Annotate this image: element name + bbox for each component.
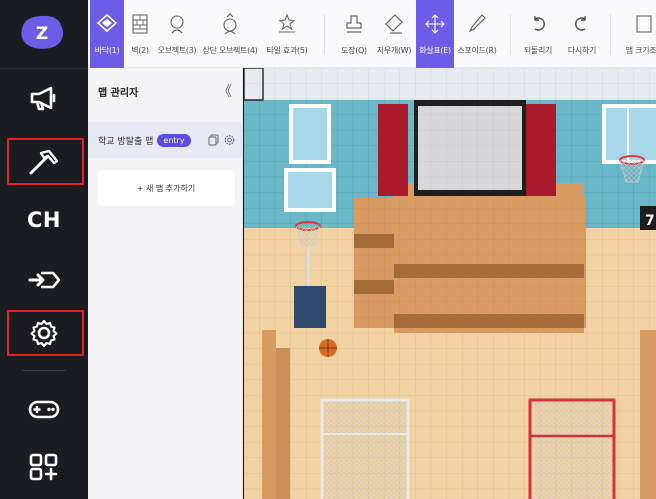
tool-label: 도장(Q) [341, 46, 367, 55]
stamp-icon [343, 12, 365, 36]
tool-object[interactable]: 오브젝트(3) [154, 0, 200, 68]
collapse-panel-icon[interactable]: 《 [218, 81, 232, 101]
rail-divider [0, 68, 88, 69]
soccer-goal-left [320, 398, 410, 499]
tool-label: 오브젝트(3) [157, 46, 197, 55]
window-right [602, 104, 656, 164]
toolbar-divider [324, 14, 325, 54]
eyedropper-icon [466, 12, 488, 36]
object-icon [166, 12, 188, 36]
tile-effect-icon [276, 12, 298, 36]
map-list-item[interactable]: 학교 방탈출 맵 entry [88, 122, 243, 158]
tool-eyedropper[interactable]: 스포이드(R) [456, 0, 498, 68]
tool-undo[interactable]: 되돌리기 [520, 0, 556, 68]
tool-label: 지우개(W) [376, 46, 412, 55]
curtain-left [378, 104, 408, 196]
move-icon [424, 12, 446, 36]
zep-logo-icon[interactable]: Z [20, 14, 64, 50]
tool-label: 다시하기 [567, 46, 597, 55]
top-object-icon [219, 12, 241, 36]
tool-label: 타일 효과(5) [266, 46, 308, 55]
toolbar-divider [610, 14, 611, 54]
toolbar-divider [510, 14, 511, 54]
scoreboard-digit: 7 [645, 213, 655, 229]
tool-floor[interactable]: 바닥(1) [90, 0, 124, 68]
tool-stamp[interactable]: 도장(Q) [334, 0, 374, 68]
tool-top-object[interactable]: 상단 오브젝트(4) [200, 0, 260, 68]
tool-label: 스포이드(R) [457, 46, 497, 55]
channel-label: CH [27, 208, 61, 232]
hammer-icon[interactable] [22, 144, 66, 180]
tool-wall[interactable]: 벽(2) [126, 0, 154, 68]
bleacher-left [262, 330, 276, 499]
undo-icon [527, 12, 549, 36]
svg-text:Z: Z [36, 24, 48, 44]
panel-title: 맵 관리자 [98, 87, 139, 99]
tool-label: 맵 크기조 [625, 46, 656, 55]
floor-icon [96, 12, 118, 36]
tool-label: 벽(2) [131, 46, 149, 55]
entry-badge: entry [157, 133, 191, 147]
add-map-button[interactable]: + 새 맵 추가하기 [97, 170, 235, 206]
window-left [284, 104, 336, 212]
bleacher-right [640, 330, 656, 499]
zep-map-editor: Z CH 바닥(1) 벽(2) 오브젝트(3) 상단 오브젝트(4) 타일 효과… [0, 0, 656, 499]
map-canvas[interactable]: 7 [244, 68, 656, 499]
tool-label: 되돌리기 [523, 46, 553, 55]
tool-move[interactable]: 화살표(E) [416, 0, 454, 68]
tool-label: 화살표(E) [419, 46, 451, 55]
channel-button[interactable]: CH [22, 202, 66, 238]
map-manager-panel: 맵 관리자 《 학교 방탈출 맵 entry + 새 맵 추가하기 [88, 68, 243, 499]
megaphone-icon[interactable] [22, 80, 66, 116]
tool-map-size[interactable]: 맵 크기조 [618, 0, 656, 68]
gamepad-icon[interactable] [22, 391, 66, 427]
tool-redo[interactable]: 다시하기 [564, 0, 600, 68]
stage [354, 183, 586, 333]
copy-icon[interactable] [208, 134, 219, 146]
gear-icon[interactable] [22, 315, 66, 351]
map-settings-icon[interactable] [224, 134, 235, 146]
portal-icon[interactable] [22, 262, 66, 298]
panel-header: 맵 관리자 《 [88, 68, 242, 114]
apps-icon[interactable] [22, 449, 66, 485]
eraser-icon [383, 12, 405, 36]
wall-icon [129, 12, 151, 36]
soccer-goal-right [528, 398, 616, 499]
map-size-icon [633, 12, 655, 36]
rail-divider-2 [22, 370, 66, 371]
tool-label: 상단 오브젝트(4) [202, 46, 258, 55]
tool-eraser[interactable]: 지우개(W) [374, 0, 414, 68]
curtain-right [526, 104, 556, 196]
left-rail: Z CH [0, 0, 88, 499]
tool-label: 바닥(1) [94, 46, 120, 55]
editor-toolbar: 바닥(1) 벽(2) 오브젝트(3) 상단 오브젝트(4) 타일 효과(5) 도… [88, 0, 656, 68]
tool-tile-effect[interactable]: 타일 효과(5) [260, 0, 314, 68]
map-scene: 7 [244, 68, 656, 499]
map-name: 학교 방탈출 맵 [98, 136, 154, 147]
redo-icon [571, 12, 593, 36]
